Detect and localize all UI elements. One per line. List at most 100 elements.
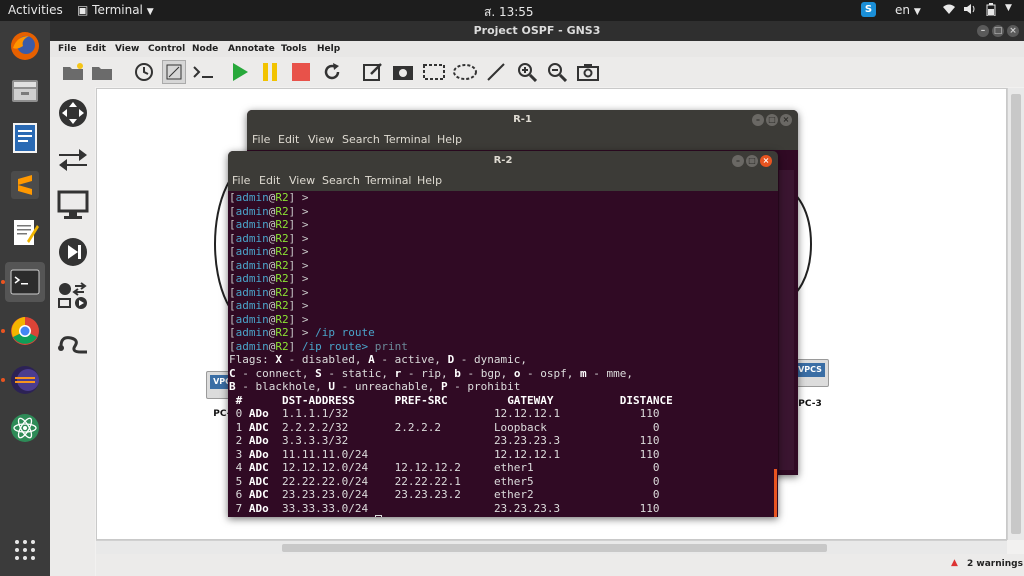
menu-search[interactable]: Search <box>322 174 360 187</box>
atom-icon[interactable] <box>5 408 45 448</box>
menu-file[interactable]: File <box>232 174 250 187</box>
screenshot-icon[interactable] <box>576 60 600 84</box>
menu-annotate[interactable]: Annotate <box>228 44 275 54</box>
minimize-icon[interactable]: – <box>752 114 764 126</box>
eclipse-icon[interactable] <box>5 360 45 400</box>
firefox-icon[interactable] <box>5 26 45 66</box>
table-row: 3 ADo 11.11.11.0/24 12.12.12.1 110 <box>229 448 673 462</box>
menu-edit[interactable]: Edit <box>259 174 280 187</box>
app-menu[interactable]: ▣ Terminal ▼ <box>77 3 154 17</box>
snapshot-clock-icon[interactable] <box>132 60 156 84</box>
draw-line-icon[interactable] <box>484 60 508 84</box>
clock[interactable]: ส. 13:55 <box>484 3 534 22</box>
console-all-icon[interactable] <box>192 60 216 84</box>
prompt-bracket: ] <box>288 339 302 353</box>
activities-button[interactable]: Activities <box>8 3 63 17</box>
gns3-toolbar <box>50 57 1024 87</box>
terminal-title-bar[interactable]: R-2 – □ × <box>228 151 778 171</box>
command-prefix: /ip route> <box>302 515 368 517</box>
menu-node[interactable]: Node <box>192 44 218 54</box>
table-row: 4 ADC 12.12.12.0/24 12.12.12.2 ether1 0 <box>229 461 673 475</box>
terminal-output[interactable]: [admin@R2] > [admin@R2] > [admin@R2] > [adm… <box>228 191 673 517</box>
maximize-icon[interactable]: □ <box>746 155 758 167</box>
close-icon[interactable]: × <box>780 114 792 126</box>
app-grid-icon[interactable] <box>5 530 45 570</box>
terminal-scrollbar[interactable] <box>779 170 794 470</box>
menu-search[interactable]: Search <box>342 133 380 146</box>
menu-terminal[interactable]: Terminal <box>384 133 431 146</box>
prompt-host: R2 <box>275 312 289 326</box>
menu-file[interactable]: File <box>252 133 270 146</box>
suspend-all-icon[interactable] <box>258 60 282 84</box>
minimize-icon[interactable]: – <box>977 25 989 37</box>
stop-all-icon[interactable] <box>289 60 313 84</box>
libreoffice-writer-icon[interactable] <box>5 118 45 158</box>
terminal-scroll-thumb[interactable] <box>774 469 777 517</box>
skype-icon[interactable]: S <box>861 2 876 17</box>
maximize-icon[interactable]: □ <box>766 114 778 126</box>
prompt-user: admin <box>235 339 269 353</box>
terminal-icon[interactable] <box>5 262 45 302</box>
minimize-icon[interactable]: – <box>732 155 744 167</box>
draw-rectangle-icon[interactable] <box>422 60 446 84</box>
close-icon[interactable]: × <box>1007 25 1019 37</box>
browse-security-devices-icon[interactable] <box>56 235 90 269</box>
chrome-icon[interactable] <box>5 311 45 351</box>
menu-view[interactable]: View <box>289 174 315 187</box>
menu-terminal[interactable]: Terminal <box>365 174 412 187</box>
scroll-thumb[interactable] <box>282 544 827 552</box>
menu-help[interactable]: Help <box>437 133 462 146</box>
menu-file[interactable]: File <box>58 44 76 54</box>
warnings-count[interactable]: 2 warnings <box>967 559 1023 569</box>
prompt-caret: > <box>301 326 316 339</box>
menu-help[interactable]: Help <box>417 174 442 187</box>
terminal-window-r2[interactable]: R-2 – □ × File Edit View Search Terminal… <box>228 151 778 517</box>
text-editor-icon[interactable] <box>5 212 45 252</box>
terminal-title-bar[interactable]: R-1 – □ × <box>247 110 798 130</box>
prompt-host: R2 <box>275 258 289 272</box>
battery-icon[interactable] <box>986 3 996 19</box>
prompt-user: admin <box>235 245 269 258</box>
insert-picture-icon[interactable] <box>391 60 415 84</box>
browse-all-devices-icon[interactable] <box>56 279 90 313</box>
route-flags: ADo <box>248 501 282 515</box>
sublime-text-icon[interactable] <box>5 165 45 205</box>
menu-control[interactable]: Control <box>148 44 185 54</box>
menu-view[interactable]: View <box>115 44 139 54</box>
wifi-icon[interactable] <box>942 3 956 18</box>
start-all-icon[interactable] <box>228 60 252 84</box>
new-project-icon[interactable] <box>61 60 85 84</box>
prompt-host: R2 <box>275 299 289 312</box>
prompt-user: admin <box>235 218 269 231</box>
menu-help[interactable]: Help <box>317 44 340 54</box>
prompt-host: R2 <box>275 231 289 245</box>
maximize-icon[interactable]: □ <box>992 25 1004 37</box>
add-link-icon[interactable] <box>56 325 90 359</box>
draw-ellipse-icon[interactable] <box>453 60 477 84</box>
browse-routers-icon[interactable] <box>56 96 90 130</box>
open-project-icon[interactable] <box>90 60 114 84</box>
route-gateway: 23.23.23.3 <box>493 434 607 447</box>
volume-icon[interactable] <box>963 3 977 18</box>
system-menu-chevron-icon[interactable]: ▼ <box>1005 3 1012 13</box>
menu-view[interactable]: View <box>308 133 334 146</box>
reload-all-icon[interactable] <box>320 60 344 84</box>
horizontal-scrollbar[interactable] <box>96 540 1007 554</box>
zoom-out-icon[interactable] <box>545 60 569 84</box>
gns3-title-bar[interactable]: Project OSPF - GNS3 – □ × <box>50 21 1024 41</box>
prompt-bracket: [ <box>229 299 236 312</box>
menu-edit[interactable]: Edit <box>278 133 299 146</box>
show-interface-labels-icon[interactable] <box>162 60 186 84</box>
route-dst: 22.22.22.0/24 <box>282 474 395 488</box>
language-indicator[interactable]: en ▼ <box>895 3 921 17</box>
vertical-scrollbar[interactable] <box>1007 88 1024 540</box>
zoom-in-icon[interactable] <box>515 60 539 84</box>
browse-switches-icon[interactable] <box>56 142 90 176</box>
menu-edit[interactable]: Edit <box>86 44 106 54</box>
scroll-thumb[interactable] <box>1011 94 1021 534</box>
browse-end-devices-icon[interactable] <box>56 188 90 222</box>
menu-tools[interactable]: Tools <box>281 44 307 54</box>
files-icon[interactable] <box>5 71 45 111</box>
add-note-icon[interactable] <box>361 60 385 84</box>
close-icon[interactable]: × <box>760 155 772 167</box>
